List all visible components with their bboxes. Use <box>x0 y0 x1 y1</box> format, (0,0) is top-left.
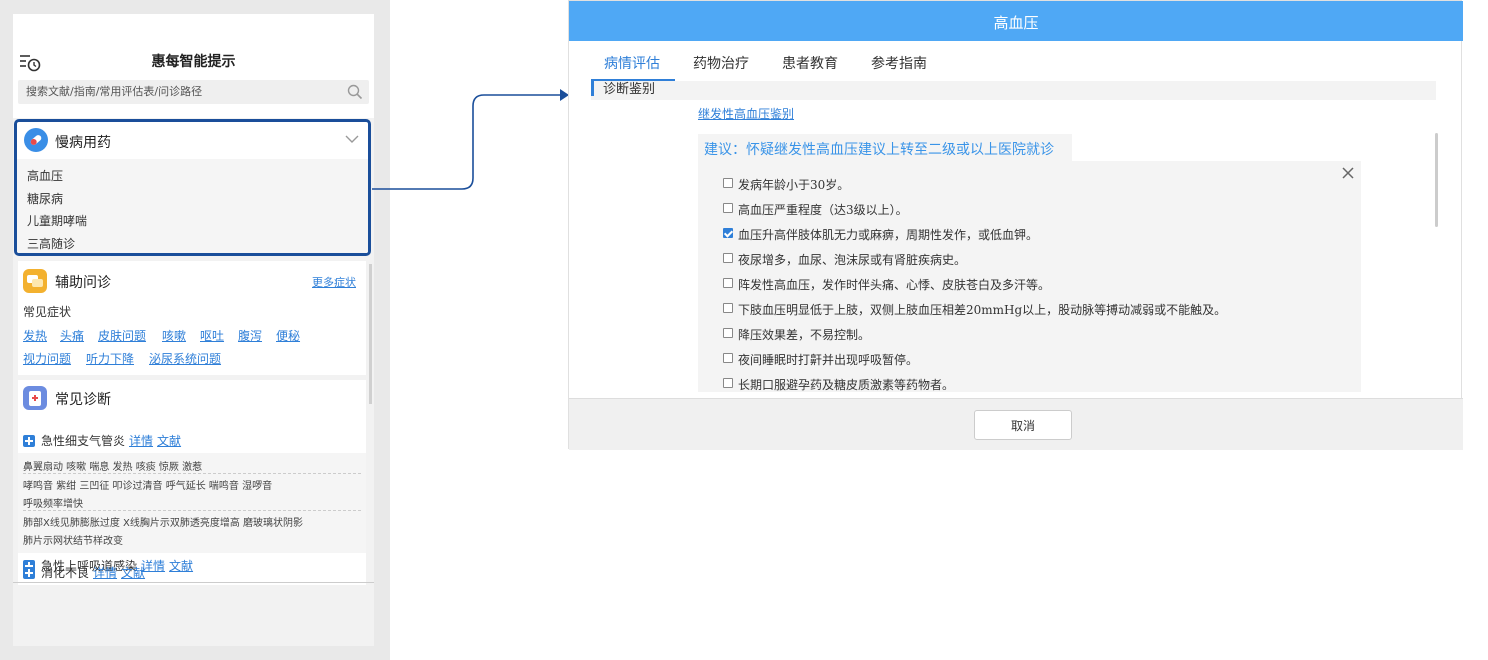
phone-scrollbar[interactable] <box>369 264 372 404</box>
tab-assessment[interactable]: 病情评估 <box>604 53 660 73</box>
tab-guidelines[interactable]: 参考指南 <box>871 53 927 73</box>
phone-screen: 惠每智能提示 慢病用药 高血压 糖尿病 儿童期哮喘 三高随诊 <box>13 14 374 646</box>
detail-link[interactable]: 详情 <box>93 566 117 580</box>
plus-icon[interactable] <box>23 435 35 447</box>
chronic-item-diabetes[interactable]: 糖尿病 <box>27 190 63 207</box>
dialog-scrollbar[interactable] <box>1435 133 1438 227</box>
phone-footer-divider <box>13 582 374 583</box>
assist-card-title: 辅助问诊 <box>55 275 111 291</box>
criteria-label: 发病年龄小于30岁。 <box>738 178 850 192</box>
tab-medication[interactable]: 药物治疗 <box>693 53 749 73</box>
criteria-label: 下肢血压明显低于上肢，双侧上肢血压相差20mmHg以上，股动脉等搏动减弱或不能触… <box>738 303 1227 317</box>
checkbox[interactable] <box>723 278 733 288</box>
divider <box>23 473 361 474</box>
checkbox[interactable] <box>723 378 733 388</box>
criteria-panel: 发病年龄小于30岁。 高血压严重程度（达3级以上）。 血压升高伴肢体肌无力或麻痹… <box>698 161 1361 392</box>
symptom-link[interactable]: 听力下降 <box>86 350 134 367</box>
diagnosis-card-title: 常见诊断 <box>55 392 111 408</box>
section-title: 诊断鉴别 <box>603 82 656 97</box>
diagnosis-icon <box>23 386 47 410</box>
section-header: 诊断鉴别 <box>591 81 1436 100</box>
symptom-link[interactable]: 泌尿系统问题 <box>149 350 221 367</box>
criteria-label: 高血压严重程度（达3级以上）。 <box>738 203 908 217</box>
criteria-label: 血压升高伴肢体肌无力或麻痹，周期性发作，或低血钾。 <box>738 228 1039 242</box>
symptom-link[interactable]: 视力问题 <box>23 350 71 367</box>
checkbox[interactable] <box>723 253 733 263</box>
search-box[interactable] <box>18 80 369 104</box>
symptom-link[interactable]: 呕吐 <box>200 327 224 344</box>
search-input[interactable] <box>26 80 336 104</box>
assist-consultation-card: 辅助问诊 更多症状 常见症状 发热 头痛 皮肤问题 咳嗽 呕吐 腹泻 便秘 视力… <box>18 261 366 375</box>
criteria-label: 降压效果差，不易控制。 <box>738 328 871 342</box>
diagnosis-name: 消化不良 <box>41 566 90 580</box>
reference-link[interactable]: 文献 <box>157 434 181 448</box>
tab-education[interactable]: 患者教育 <box>782 53 838 73</box>
checkbox-checked[interactable] <box>723 228 733 238</box>
chronic-medication-card: 慢病用药 高血压 糖尿病 儿童期哮喘 三高随诊 <box>14 119 371 256</box>
chevron-down-icon[interactable] <box>344 131 360 147</box>
dialog-footer: 取消 <box>569 398 1463 450</box>
checkbox[interactable] <box>723 178 733 188</box>
plus-icon[interactable] <box>23 567 35 579</box>
symptom-link[interactable]: 便秘 <box>276 327 300 344</box>
detail-link[interactable]: 详情 <box>129 434 153 448</box>
pill-icon <box>24 128 48 152</box>
detail-line: 肺部X线见肺膨胀过度 X线胸片示双肺透亮度增高 磨玻璃状阴影 <box>23 518 304 529</box>
phone-header: 惠每智能提示 <box>13 14 374 118</box>
criteria-label: 长期口服避孕药及糖皮质激素等药物者。 <box>738 378 955 392</box>
cancel-button[interactable]: 取消 <box>974 410 1072 440</box>
detail-line: 鼻翼扇动 咳嗽 喘息 发热 咳痰 惊厥 激惹 <box>23 462 203 473</box>
checkbox[interactable] <box>723 303 733 313</box>
reference-link[interactable]: 文献 <box>169 559 193 573</box>
more-symptoms-link[interactable]: 更多症状 <box>312 274 356 290</box>
suggestion-text: 建议：怀疑继发性高血压建议上转至二级或以上医院就诊 <box>704 142 1054 158</box>
detail-line: 哮鸣音 紫绀 三凹征 叩诊过清音 呼气延长 喘鸣音 湿啰音 <box>23 481 273 492</box>
diagnosis-item[interactable]: 消化不良 详情 文献 <box>41 564 145 581</box>
reference-link[interactable]: 文献 <box>121 566 145 580</box>
chat-icon <box>23 269 47 293</box>
section-marker <box>591 81 594 96</box>
chronic-list: 高血压 糖尿病 儿童期哮喘 三高随诊 <box>17 159 368 253</box>
symptoms-label: 常见症状 <box>23 305 72 319</box>
diagnosis-name: 急性细支气管炎 <box>41 434 126 448</box>
hypertension-dialog: 高血压 病情评估 药物治疗 患者教育 参考指南 诊断鉴别 继发性高血压鉴别 建议… <box>568 0 1463 450</box>
dialog-tabs: 病情评估 药物治疗 患者教育 参考指南 <box>569 41 1463 81</box>
criteria-label: 夜尿增多，血尿、泡沫尿或有肾脏疾病史。 <box>738 253 967 267</box>
checkbox[interactable] <box>723 203 733 213</box>
symptom-link[interactable]: 发热 <box>23 327 47 344</box>
secondary-hypertension-link[interactable]: 继发性高血压鉴别 <box>698 105 794 122</box>
chronic-card-title: 慢病用药 <box>55 135 111 151</box>
checkbox[interactable] <box>723 328 733 338</box>
chronic-item-followup[interactable]: 三高随诊 <box>27 235 75 252</box>
criteria-label: 夜间睡眠时打鼾并出现呼吸暂停。 <box>738 353 919 367</box>
detail-line: 呼吸频率增快 <box>23 499 83 510</box>
chronic-item-hypertension[interactable]: 高血压 <box>27 167 63 184</box>
detail-line: 肺片示网状结节样改变 <box>23 536 123 547</box>
close-icon[interactable] <box>1341 166 1355 180</box>
dialog-title: 高血压 <box>993 14 1039 32</box>
search-icon[interactable] <box>347 84 363 100</box>
suggestion-box: 建议：怀疑继发性高血压建议上转至二级或以上医院就诊 <box>698 134 1072 161</box>
symptom-link[interactable]: 腹泻 <box>238 327 262 344</box>
divider <box>23 510 361 511</box>
chronic-card-header[interactable]: 慢病用药 <box>17 122 368 158</box>
diagnosis-item[interactable]: 急性细支气管炎 详情 文献 <box>41 432 181 449</box>
symptom-link[interactable]: 皮肤问题 <box>98 327 146 344</box>
checkbox[interactable] <box>723 353 733 363</box>
common-diagnosis-card: 常见诊断 急性细支气管炎 详情 文献 鼻翼扇动 咳嗽 喘息 发热 咳痰 惊厥 激惹 … <box>18 380 366 585</box>
symptom-link[interactable]: 咳嗽 <box>162 327 186 344</box>
dialog-header: 高血压 <box>569 1 1463 41</box>
chronic-item-asthma[interactable]: 儿童期哮喘 <box>27 212 87 229</box>
diagnosis-details: 鼻翼扇动 咳嗽 喘息 发热 咳痰 惊厥 激惹 哮鸣音 紫绀 三凹征 叩诊过清音 … <box>18 453 366 553</box>
symptom-link[interactable]: 头痛 <box>60 327 84 344</box>
criteria-label: 阵发性高血压，发作时伴头痛、心悸、皮肤苍白及多汗等。 <box>738 278 1051 292</box>
app-title: 惠每智能提示 <box>151 54 236 70</box>
